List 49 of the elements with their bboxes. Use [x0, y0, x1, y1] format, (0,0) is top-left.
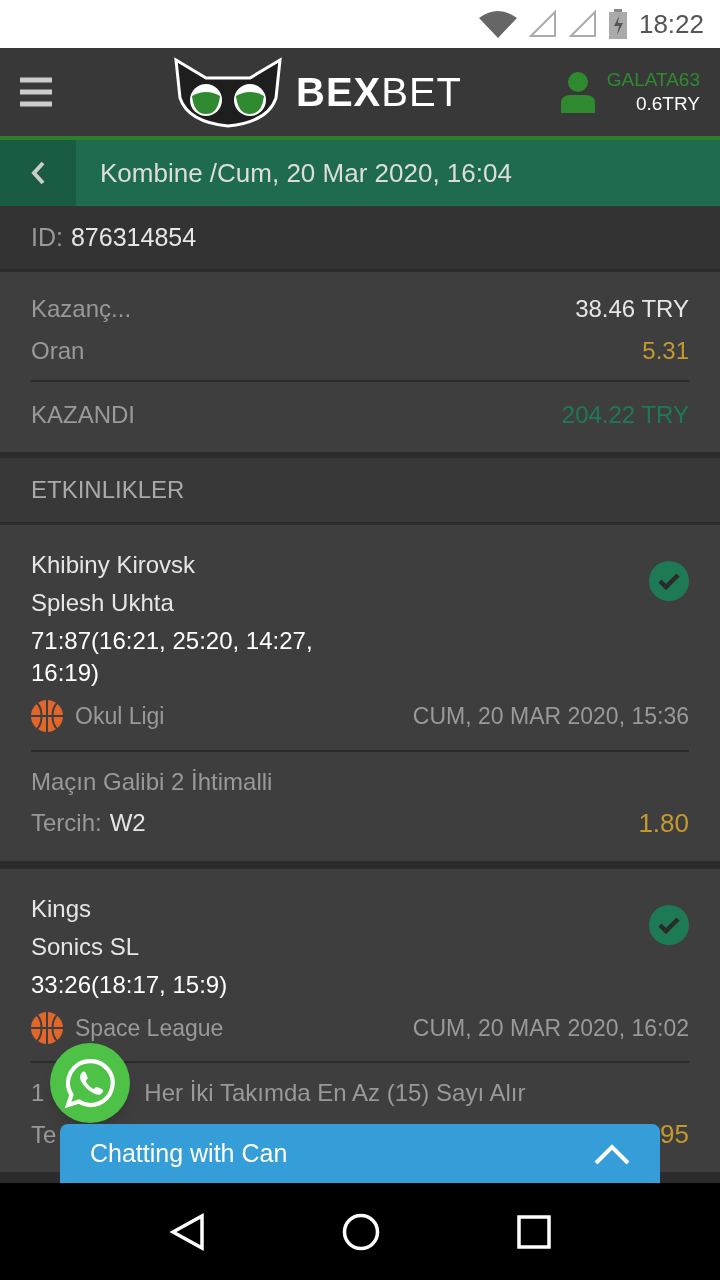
result-label: KAZANDI	[31, 400, 135, 430]
wifi-icon	[478, 10, 517, 38]
owl-logo-icon	[172, 56, 284, 128]
battery-icon	[608, 9, 627, 39]
league-name: Okul Ligi	[75, 702, 165, 731]
result-value: 204.22 TRY	[561, 400, 689, 430]
event-odds: 95	[660, 1118, 689, 1151]
summary-label: Oran	[31, 336, 85, 366]
basketball-icon	[31, 700, 63, 733]
team-name: Splesh Ukhta	[31, 588, 175, 618]
page-title: Kombine /Cum, 20 Mar 2020, 16:04	[100, 156, 512, 190]
match-score: 33:26(18:17, 15:9)	[31, 969, 229, 1000]
menu-icon[interactable]	[20, 76, 52, 108]
back-button[interactable]	[0, 140, 76, 206]
event-date: CUM, 20 MAR 2020, 15:36	[412, 702, 689, 731]
chevron-up-icon	[594, 1142, 630, 1165]
basketball-icon	[31, 1011, 63, 1044]
choice-label: Tercih:	[31, 808, 102, 838]
team-name: Khibiny Kirovsk	[31, 550, 197, 580]
whatsapp-icon	[63, 1056, 117, 1110]
ticket-id: 876314854	[70, 221, 197, 253]
user-icon[interactable]	[560, 71, 595, 113]
section-title: ETKINLIKLER	[31, 475, 185, 505]
signal-icon	[528, 10, 557, 38]
market-name: Maçın Galibi 2 İhtimalli	[31, 766, 273, 797]
username: GALATA63	[606, 68, 700, 92]
choice-label: Te	[31, 1119, 57, 1150]
recents-nav-icon[interactable]	[517, 1214, 552, 1249]
summary-value: 5.31	[642, 336, 689, 366]
team-name: Kings	[31, 893, 93, 924]
back-icon	[30, 161, 46, 185]
logo-text: BEXBET	[296, 69, 463, 116]
chat-bar[interactable]: Chatting with Can	[60, 1124, 660, 1183]
league-name: Space League	[75, 1013, 224, 1043]
event-date: CUM, 20 MAR 2020, 16:02	[412, 1013, 689, 1043]
back-nav-icon[interactable]	[168, 1212, 205, 1251]
balance: 0.6TRY	[635, 92, 700, 116]
id-label: ID:	[31, 221, 63, 253]
summary-value: 38.46 TRY	[575, 294, 689, 324]
home-nav-icon[interactable]	[342, 1212, 380, 1251]
market-name: Her İki Takımda En Az (15) Sayı Alır	[144, 1078, 526, 1108]
signal-icon	[568, 10, 597, 38]
market-name: 1	[31, 1078, 45, 1108]
choice-value: W2	[109, 808, 146, 838]
match-score: 71:87(16:21, 25:20, 14:27, 16:19)	[31, 626, 314, 688]
summary-label: Kazanç...	[31, 294, 132, 324]
clock-time: 18:22	[638, 7, 704, 41]
team-name: Sonics SL	[31, 931, 141, 962]
event-odds: 1.80	[638, 806, 689, 840]
